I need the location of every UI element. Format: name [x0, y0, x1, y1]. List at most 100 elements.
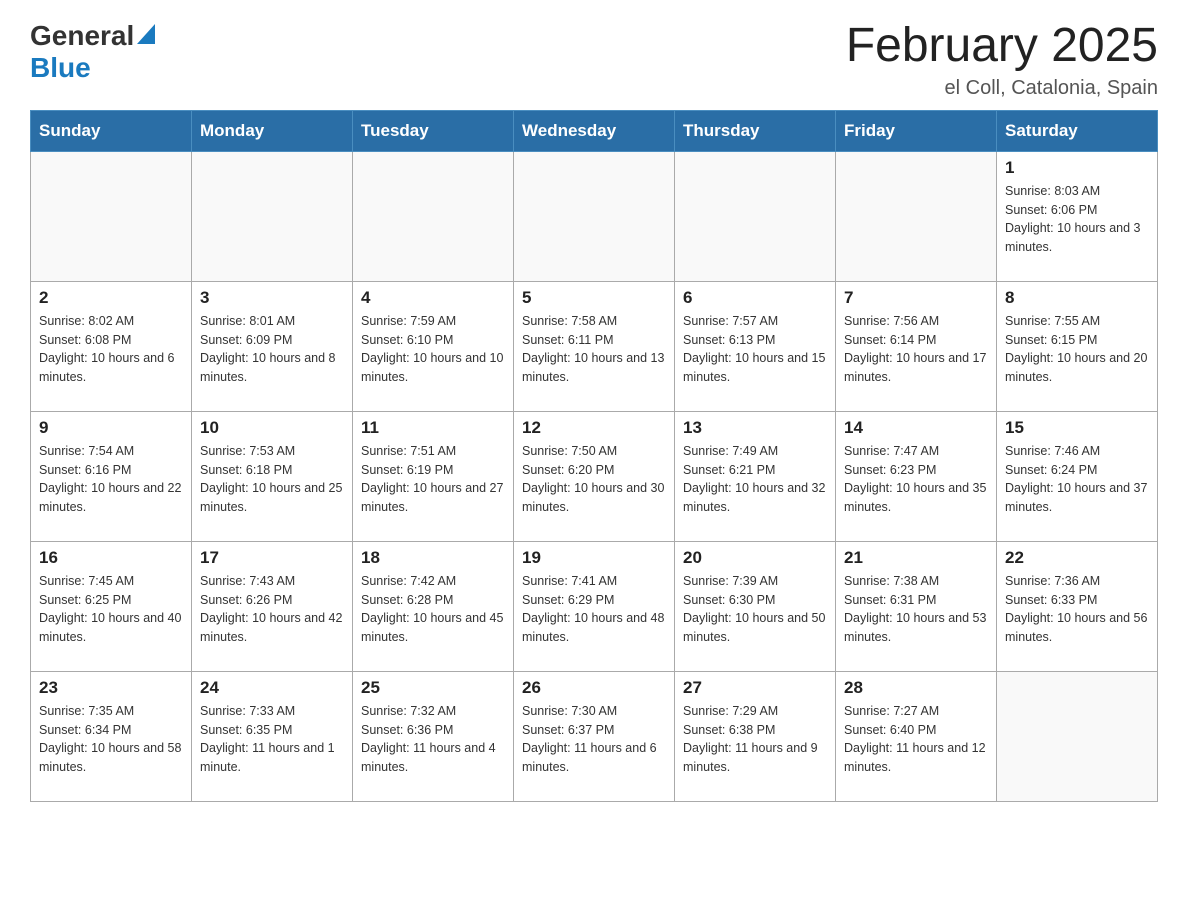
day-info: Sunrise: 7:27 AMSunset: 6:40 PMDaylight:…: [844, 702, 988, 777]
calendar-cell: 12 Sunrise: 7:50 AMSunset: 6:20 PMDayligh…: [514, 411, 675, 541]
day-number: 11: [361, 418, 505, 438]
day-number: 24: [200, 678, 344, 698]
calendar-cell: 26 Sunrise: 7:30 AMSunset: 6:37 PMDayligh…: [514, 671, 675, 801]
day-info: Sunrise: 7:43 AMSunset: 6:26 PMDaylight:…: [200, 572, 344, 647]
calendar-cell: 24 Sunrise: 7:33 AMSunset: 6:35 PMDayligh…: [192, 671, 353, 801]
calendar-cell: 16 Sunrise: 7:45 AMSunset: 6:25 PMDayligh…: [31, 541, 192, 671]
calendar-cell: 22Sunrise: 7:36 AMSunset: 6:33 PMDayligh…: [997, 541, 1158, 671]
logo-blue-text: Blue: [30, 52, 91, 83]
logo-general-text: General: [30, 20, 134, 52]
calendar-header: SundayMondayTuesdayWednesdayThursdayFrid…: [31, 110, 1158, 151]
day-info: Sunrise: 7:47 AMSunset: 6:23 PMDaylight:…: [844, 442, 988, 517]
header-saturday: Saturday: [997, 110, 1158, 151]
calendar-body: 1 Sunrise: 8:03 AMSunset: 6:06 PMDaylight…: [31, 151, 1158, 801]
day-number: 5: [522, 288, 666, 308]
page-header: General Blue February 2025 el Coll, Cata…: [30, 20, 1158, 100]
calendar-cell: 25 Sunrise: 7:32 AMSunset: 6:36 PMDayligh…: [353, 671, 514, 801]
day-number: 19: [522, 548, 666, 568]
page-title: February 2025: [846, 20, 1158, 73]
calendar-cell: 27 Sunrise: 7:29 AMSunset: 6:38 PMDayligh…: [675, 671, 836, 801]
calendar-cell: [192, 151, 353, 281]
logo-triangle-icon: [137, 24, 155, 49]
day-number: 15: [1005, 418, 1149, 438]
day-info: Sunrise: 7:57 AMSunset: 6:13 PMDaylight:…: [683, 312, 827, 387]
calendar-cell: 28 Sunrise: 7:27 AMSunset: 6:40 PMDayligh…: [836, 671, 997, 801]
day-number: 22: [1005, 548, 1149, 568]
day-info: Sunrise: 7:46 AMSunset: 6:24 PMDaylight:…: [1005, 442, 1149, 517]
day-info: Sunrise: 7:35 AMSunset: 6:34 PMDaylight:…: [39, 702, 183, 777]
day-info: Sunrise: 7:32 AMSunset: 6:36 PMDaylight:…: [361, 702, 505, 777]
calendar-cell: 20 Sunrise: 7:39 AMSunset: 6:30 PMDayligh…: [675, 541, 836, 671]
day-info: Sunrise: 7:53 AMSunset: 6:18 PMDaylight:…: [200, 442, 344, 517]
day-info: Sunrise: 8:01 AMSunset: 6:09 PMDaylight:…: [200, 312, 344, 387]
calendar-cell: 4 Sunrise: 7:59 AMSunset: 6:10 PMDaylight…: [353, 281, 514, 411]
calendar-cell: 5 Sunrise: 7:58 AMSunset: 6:11 PMDaylight…: [514, 281, 675, 411]
day-info: Sunrise: 7:58 AMSunset: 6:11 PMDaylight:…: [522, 312, 666, 387]
day-info: Sunrise: 7:45 AMSunset: 6:25 PMDaylight:…: [39, 572, 183, 647]
calendar-cell: 17Sunrise: 7:43 AMSunset: 6:26 PMDayligh…: [192, 541, 353, 671]
day-info: Sunrise: 7:56 AMSunset: 6:14 PMDaylight:…: [844, 312, 988, 387]
day-number: 6: [683, 288, 827, 308]
day-number: 27: [683, 678, 827, 698]
day-info: Sunrise: 7:51 AMSunset: 6:19 PMDaylight:…: [361, 442, 505, 517]
logo: General Blue: [30, 20, 155, 84]
calendar-cell: 2 Sunrise: 8:02 AMSunset: 6:08 PMDaylight…: [31, 281, 192, 411]
header-monday: Monday: [192, 110, 353, 151]
day-number: 25: [361, 678, 505, 698]
day-info: Sunrise: 7:50 AMSunset: 6:20 PMDaylight:…: [522, 442, 666, 517]
day-info: Sunrise: 7:59 AMSunset: 6:10 PMDaylight:…: [361, 312, 505, 387]
header-wednesday: Wednesday: [514, 110, 675, 151]
day-info: Sunrise: 8:03 AMSunset: 6:06 PMDaylight:…: [1005, 182, 1149, 257]
calendar-table: SundayMondayTuesdayWednesdayThursdayFrid…: [30, 110, 1158, 802]
day-number: 4: [361, 288, 505, 308]
week-row-4: 16 Sunrise: 7:45 AMSunset: 6:25 PMDayligh…: [31, 541, 1158, 671]
week-row-5: 23 Sunrise: 7:35 AMSunset: 6:34 PMDayligh…: [31, 671, 1158, 801]
day-number: 20: [683, 548, 827, 568]
week-row-3: 9Sunrise: 7:54 AMSunset: 6:16 PMDaylight…: [31, 411, 1158, 541]
calendar-cell: 1 Sunrise: 8:03 AMSunset: 6:06 PMDaylight…: [997, 151, 1158, 281]
day-info: Sunrise: 7:33 AMSunset: 6:35 PMDaylight:…: [200, 702, 344, 777]
calendar-cell: 21 Sunrise: 7:38 AMSunset: 6:31 PMDayligh…: [836, 541, 997, 671]
calendar-cell: 7 Sunrise: 7:56 AMSunset: 6:14 PMDaylight…: [836, 281, 997, 411]
calendar-cell: [514, 151, 675, 281]
day-number: 10: [200, 418, 344, 438]
calendar-cell: [836, 151, 997, 281]
day-info: Sunrise: 7:38 AMSunset: 6:31 PMDaylight:…: [844, 572, 988, 647]
calendar-cell: 19Sunrise: 7:41 AMSunset: 6:29 PMDayligh…: [514, 541, 675, 671]
day-number: 9: [39, 418, 183, 438]
day-number: 21: [844, 548, 988, 568]
day-number: 3: [200, 288, 344, 308]
calendar-cell: 10 Sunrise: 7:53 AMSunset: 6:18 PMDayligh…: [192, 411, 353, 541]
day-number: 28: [844, 678, 988, 698]
day-number: 23: [39, 678, 183, 698]
day-number: 18: [361, 548, 505, 568]
day-number: 16: [39, 548, 183, 568]
day-info: Sunrise: 7:29 AMSunset: 6:38 PMDaylight:…: [683, 702, 827, 777]
calendar-cell: [997, 671, 1158, 801]
day-number: 2: [39, 288, 183, 308]
calendar-cell: 8Sunrise: 7:55 AMSunset: 6:15 PMDaylight…: [997, 281, 1158, 411]
calendar-cell: 14 Sunrise: 7:47 AMSunset: 6:23 PMDayligh…: [836, 411, 997, 541]
day-number: 14: [844, 418, 988, 438]
header-friday: Friday: [836, 110, 997, 151]
day-info: Sunrise: 8:02 AMSunset: 6:08 PMDaylight:…: [39, 312, 183, 387]
day-info: Sunrise: 7:30 AMSunset: 6:37 PMDaylight:…: [522, 702, 666, 777]
day-number: 12: [522, 418, 666, 438]
day-info: Sunrise: 7:39 AMSunset: 6:30 PMDaylight:…: [683, 572, 827, 647]
day-info: Sunrise: 7:55 AMSunset: 6:15 PMDaylight:…: [1005, 312, 1149, 387]
title-area: February 2025 el Coll, Catalonia, Spain: [846, 20, 1158, 100]
page-subtitle: el Coll, Catalonia, Spain: [846, 77, 1158, 100]
day-info: Sunrise: 7:42 AMSunset: 6:28 PMDaylight:…: [361, 572, 505, 647]
calendar-cell: 15 Sunrise: 7:46 AMSunset: 6:24 PMDayligh…: [997, 411, 1158, 541]
day-number: 7: [844, 288, 988, 308]
header-sunday: Sunday: [31, 110, 192, 151]
week-row-1: 1 Sunrise: 8:03 AMSunset: 6:06 PMDaylight…: [31, 151, 1158, 281]
calendar-cell: 23 Sunrise: 7:35 AMSunset: 6:34 PMDayligh…: [31, 671, 192, 801]
day-number: 1: [1005, 158, 1149, 178]
header-thursday: Thursday: [675, 110, 836, 151]
week-row-2: 2 Sunrise: 8:02 AMSunset: 6:08 PMDaylight…: [31, 281, 1158, 411]
calendar-cell: [675, 151, 836, 281]
header-tuesday: Tuesday: [353, 110, 514, 151]
calendar-cell: 11 Sunrise: 7:51 AMSunset: 6:19 PMDayligh…: [353, 411, 514, 541]
day-number: 26: [522, 678, 666, 698]
